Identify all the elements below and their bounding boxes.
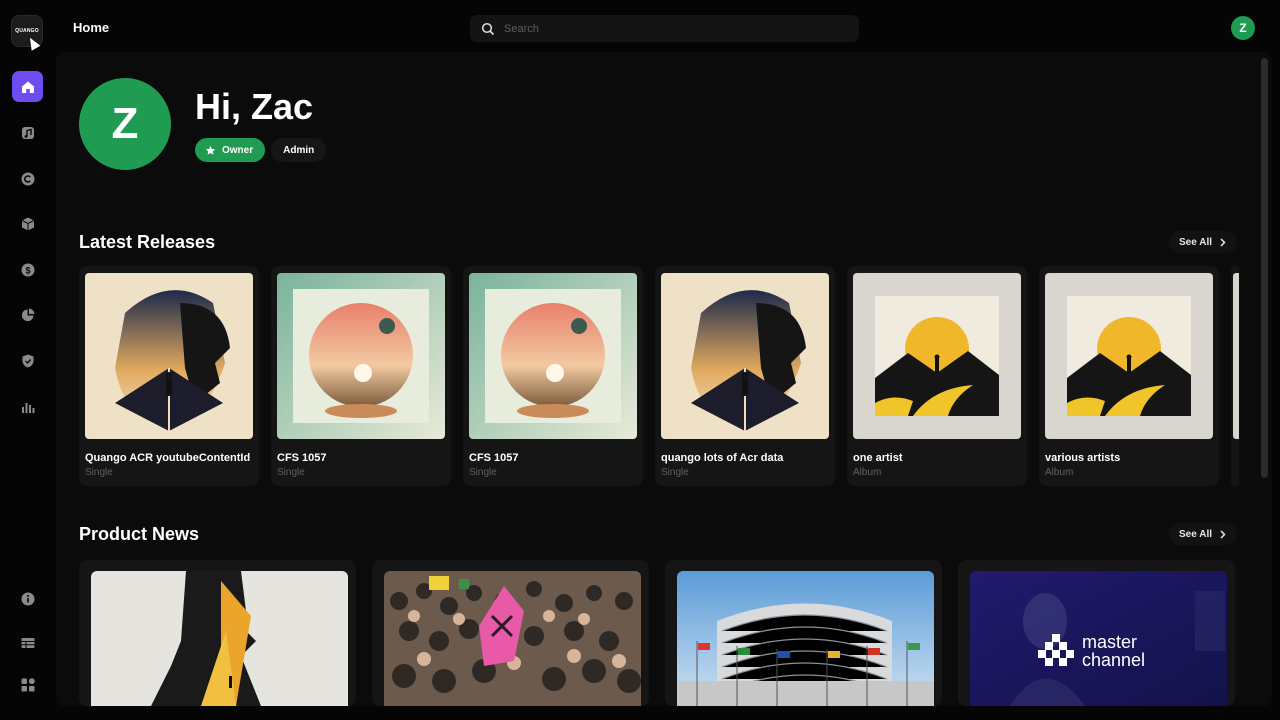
news-see-all-button[interactable]: See All <box>1169 523 1237 545</box>
release-title: various artists <box>1045 452 1121 464</box>
release-type: Single <box>85 467 113 478</box>
news-image <box>91 571 348 706</box>
table-icon <box>21 637 34 648</box>
release-type: Single <box>277 467 305 478</box>
music-note-icon <box>21 126 34 139</box>
album-art <box>469 273 637 439</box>
nav-reports[interactable] <box>12 391 43 422</box>
release-title: one artist <box>853 452 903 464</box>
star-icon <box>205 145 216 155</box>
sidebar: QUANGO $ <box>0 0 56 720</box>
latest-releases-title: Latest Releases <box>79 232 216 252</box>
search-icon <box>481 22 495 35</box>
nav-finance[interactable]: $ <box>12 254 43 285</box>
release-card[interactable]: quango lots of Acr data Single <box>655 266 835 486</box>
role-badges: Owner Admin <box>195 138 327 162</box>
greeting: Hi, Zac <box>195 86 314 127</box>
releases-see-all-label: See All <box>1179 236 1212 248</box>
nav-analytics[interactable] <box>12 299 43 330</box>
scrollbar[interactable] <box>1261 58 1268 478</box>
search-input[interactable] <box>504 22 844 35</box>
release-title: quango lots of Acr data <box>661 452 784 464</box>
album-art <box>853 273 1021 439</box>
chevron-right-icon <box>1220 529 1226 539</box>
release-type: Album <box>1045 467 1074 478</box>
release-card[interactable]: CFS 1057 Single <box>463 266 643 486</box>
release-card[interactable]: various artists Album <box>1039 266 1219 486</box>
admin-badge: Admin <box>271 138 327 162</box>
news-card[interactable] <box>79 560 356 706</box>
profile-avatar: Z <box>79 78 171 170</box>
admin-badge-label: Admin <box>283 144 315 156</box>
chevron-right-icon <box>1220 237 1226 247</box>
releases-carousel: Quango ACR youtubeContentId Single CFS 1… <box>79 266 1239 488</box>
release-card[interactable]: one artist Album <box>847 266 1027 486</box>
release-title: Quango ACR youtubeContentId <box>85 452 251 464</box>
releases-see-all-button[interactable]: See All <box>1169 231 1237 253</box>
album-art <box>277 273 445 439</box>
search-bar[interactable] <box>470 15 859 42</box>
nav-home[interactable] <box>12 71 43 102</box>
release-type: Album <box>853 467 882 478</box>
product-news-title: Product News <box>79 524 200 544</box>
nav-table[interactable] <box>12 627 43 658</box>
master-channel-logo-text: master channel <box>1082 632 1146 670</box>
release-card-partial[interactable] <box>1231 266 1239 486</box>
news-image <box>384 571 641 706</box>
dollar-icon: $ <box>21 263 34 276</box>
apps-icon <box>21 677 35 691</box>
owner-badge-label: Owner <box>222 144 254 156</box>
nav-music[interactable] <box>12 117 43 148</box>
album-art <box>661 273 829 439</box>
release-card[interactable]: CFS 1057 Single <box>271 266 451 486</box>
info-icon <box>21 592 34 605</box>
release-type: Single <box>661 467 689 478</box>
pie-chart-icon <box>21 308 34 321</box>
cube-icon <box>21 217 34 230</box>
top-bar: Home Z <box>56 0 1280 52</box>
news-image: master channel <box>970 571 1227 706</box>
news-card[interactable] <box>665 560 942 706</box>
home-icon <box>21 81 34 93</box>
logo-text: QUANGO <box>15 28 39 34</box>
nav-info[interactable] <box>12 583 43 614</box>
news-card[interactable] <box>372 560 649 706</box>
album-art <box>1233 273 1239 439</box>
bar-chart-icon <box>21 402 34 413</box>
nav-protection[interactable] <box>12 345 43 376</box>
news-carousel: master channel <box>79 560 1239 706</box>
owner-badge: Owner <box>195 138 266 162</box>
user-avatar[interactable]: Z <box>1231 16 1255 40</box>
release-card[interactable]: Quango ACR youtubeContentId Single <box>79 266 259 486</box>
nav-products[interactable] <box>12 208 43 239</box>
news-card[interactable]: master channel <box>958 560 1235 706</box>
album-art <box>1045 273 1213 439</box>
master-channel-logo-mark-icon <box>1038 634 1074 666</box>
news-image <box>677 571 934 706</box>
news-see-all-label: See All <box>1179 528 1212 540</box>
release-title: CFS 1057 <box>277 452 327 464</box>
nav-apps[interactable] <box>12 669 43 700</box>
svg-text:$: $ <box>25 265 30 275</box>
album-art <box>85 273 253 439</box>
main-content: Z Hi, Zac Owner Admin Latest Releases Se… <box>56 52 1272 706</box>
release-title: CFS 1057 <box>469 452 519 464</box>
copyright-icon <box>21 172 34 185</box>
nav-copyright[interactable] <box>12 163 43 194</box>
shield-icon <box>22 354 33 367</box>
release-type: Single <box>469 467 497 478</box>
master-channel-logo: master channel <box>1038 633 1162 669</box>
page-title: Home <box>73 20 110 35</box>
